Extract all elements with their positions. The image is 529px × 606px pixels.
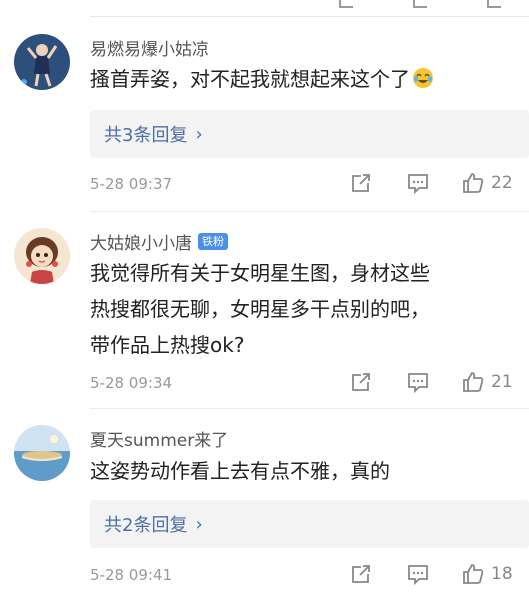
thumbs-up-icon [463,173,484,193]
replies-label: 共2条回复 [104,515,188,536]
like-button[interactable]: 22 [461,171,513,195]
comment-icon [408,174,428,194]
repost-icon-partial [339,0,353,8]
comment-line: 搔首弄姿，对不起我就想起来这个了 [90,67,410,91]
like-count: 18 [491,564,513,584]
avatar[interactable] [14,34,70,90]
fan-badge: 铁粉 [198,232,228,250]
comment-line: 热搜都很无聊，女明星多干点别的吧， [90,297,430,321]
repost-icon [352,373,370,391]
repost-icon [352,565,370,583]
like-icon-partial [487,0,501,8]
like-count: 21 [491,372,513,392]
comment-text: 我觉得所有关于女明星生图，身材这些 热搜都很无聊，女明星多干点别的吧， 带作品上… [90,255,510,363]
chevron-right-icon: › [195,123,203,145]
comment-button[interactable] [407,563,429,585]
chevron-right-icon: › [195,513,203,535]
comment-line: 我觉得所有关于女明星生图，身材这些 [90,261,430,285]
comment-icon [408,565,428,585]
view-replies-button[interactable]: 共2条回复 › [90,500,529,548]
avatar[interactable] [14,228,70,284]
comment-time: 5-28 09:34 [90,374,173,392]
comment-text: 这姿势动作看上去有点不雅，真的 [90,453,510,489]
laughing-crying-emoji-icon [412,64,434,88]
thumbs-up-icon [463,372,484,392]
repost-button[interactable] [350,172,372,194]
like-count: 22 [491,173,513,193]
comment-button[interactable] [407,371,429,393]
like-button[interactable]: 21 [461,370,513,394]
avatar[interactable] [14,425,70,481]
repost-button[interactable] [350,563,372,585]
author-name[interactable]: 易燃易爆小姑凉 [90,35,209,60]
comment-line: 带作品上热搜ok? [90,333,245,357]
thumbs-up-icon [463,564,484,584]
repost-button[interactable] [350,371,372,393]
divider [90,16,529,17]
comment-line: 这姿势动作看上去有点不雅，真的 [90,459,390,483]
view-replies-button[interactable]: 共3条回复 › [90,110,529,158]
comment-time: 5-28 09:41 [90,566,173,584]
replies-label: 共3条回复 [104,125,188,146]
author-name[interactable]: 夏天summer来了 [90,426,228,451]
comment-icon [408,373,428,393]
like-button[interactable]: 18 [461,562,513,586]
author-name[interactable]: 大姑娘小小唐 [90,229,192,254]
comment-time: 5-28 09:37 [90,175,173,193]
comment-button[interactable] [407,172,429,194]
divider [90,408,529,409]
comment-icon-partial [413,0,427,8]
comment-text: 搔首弄姿，对不起我就想起来这个了 [90,61,510,97]
repost-icon [352,174,370,192]
divider [90,211,529,212]
